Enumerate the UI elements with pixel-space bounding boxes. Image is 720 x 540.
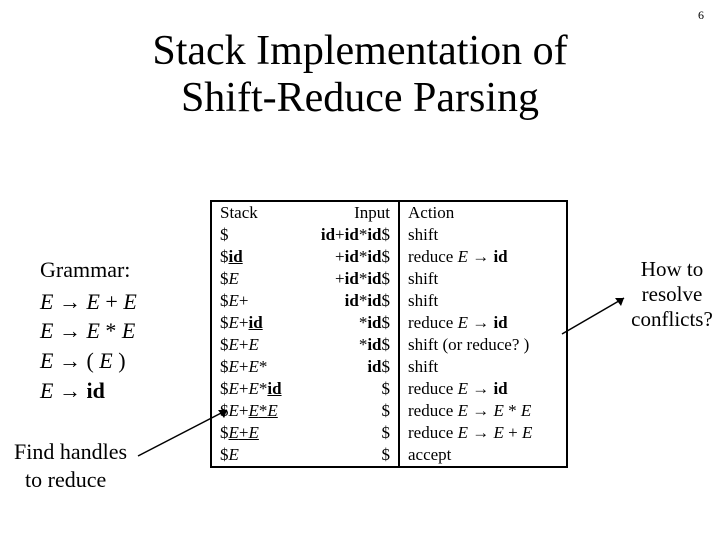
cell-input: id*id$ — [302, 290, 399, 312]
cell-action: shift (or reduce? ) — [399, 334, 567, 356]
cell-stack: $E+E*E — [211, 400, 302, 422]
cell-input: id+id*id$ — [302, 224, 399, 246]
slide-title: Stack Implementation of Shift-Reduce Par… — [0, 28, 720, 122]
table-row: $E+E*id$shift (or reduce? ) — [211, 334, 567, 356]
table-row: $E+E*E$reduce E → E * E — [211, 400, 567, 422]
table-row: $E+E*id$shift — [211, 356, 567, 378]
cell-input: $ — [302, 444, 399, 467]
cell-action: shift — [399, 268, 567, 290]
cell-action: reduce E → E * E — [399, 400, 567, 422]
parse-table: StackInputAction$id+id*id$shift$id+id*id… — [210, 200, 568, 468]
grammar-rule: E → id — [40, 376, 137, 406]
find-line-1: Find handles — [14, 439, 127, 464]
table-row: $E+id*id$shift — [211, 268, 567, 290]
howto-line-1: How to — [641, 257, 703, 281]
col-stack-head: Stack — [211, 201, 302, 224]
cell-action: reduce E → id — [399, 312, 567, 334]
cell-stack: $id — [211, 246, 302, 268]
cell-stack: $E+E — [211, 422, 302, 444]
page-number: 6 — [698, 8, 704, 23]
cell-action: shift — [399, 290, 567, 312]
cell-action: accept — [399, 444, 567, 467]
col-input-head: Input — [302, 201, 399, 224]
table-row: $E+E$reduce E → E + E — [211, 422, 567, 444]
cell-action: shift — [399, 224, 567, 246]
title-line-1: Stack Implementation of — [152, 28, 567, 74]
cell-action: reduce E → E + E — [399, 422, 567, 444]
how-to-resolve-note: How to resolve conflicts? — [624, 257, 720, 333]
find-line-2: to reduce — [25, 467, 106, 492]
cell-input: *id$ — [302, 312, 399, 334]
grammar-rule: E → E * E — [40, 316, 137, 346]
cell-action: reduce E → id — [399, 246, 567, 268]
cell-input: *id$ — [302, 334, 399, 356]
table-row: $E+E*id$reduce E → id — [211, 378, 567, 400]
grammar-rule: E → ( E ) — [40, 346, 137, 376]
cell-input: +id*id$ — [302, 246, 399, 268]
find-handles-note: Find handles to reduce — [14, 438, 127, 493]
grammar-rule: E → E + E — [40, 287, 137, 317]
cell-input: id$ — [302, 356, 399, 378]
cell-input: $ — [302, 378, 399, 400]
cell-input: $ — [302, 400, 399, 422]
table-row: $E+id*id$shift — [211, 290, 567, 312]
cell-action: shift — [399, 356, 567, 378]
cell-stack: $E+E*id — [211, 378, 302, 400]
howto-line-3: conflicts? — [631, 307, 713, 331]
grammar-block: Grammar: E → E + EE → E * EE → ( E )E → … — [40, 255, 137, 405]
cell-stack: $E — [211, 268, 302, 290]
cell-action: reduce E → id — [399, 378, 567, 400]
cell-stack: $E — [211, 444, 302, 467]
title-line-2: Shift-Reduce Parsing — [181, 75, 539, 121]
cell-stack: $E+ — [211, 290, 302, 312]
howto-line-2: resolve — [642, 282, 703, 306]
table-row: $id+id*id$shift — [211, 224, 567, 246]
table-row: $E$accept — [211, 444, 567, 467]
grammar-label: Grammar: — [40, 255, 137, 285]
cell-stack: $E+E — [211, 334, 302, 356]
cell-stack: $ — [211, 224, 302, 246]
cell-stack: $E+id — [211, 312, 302, 334]
cell-input: $ — [302, 422, 399, 444]
cell-input: +id*id$ — [302, 268, 399, 290]
table-row: $E+id*id$reduce E → id — [211, 312, 567, 334]
col-action-head: Action — [399, 201, 567, 224]
table-row: $id+id*id$reduce E → id — [211, 246, 567, 268]
cell-stack: $E+E* — [211, 356, 302, 378]
